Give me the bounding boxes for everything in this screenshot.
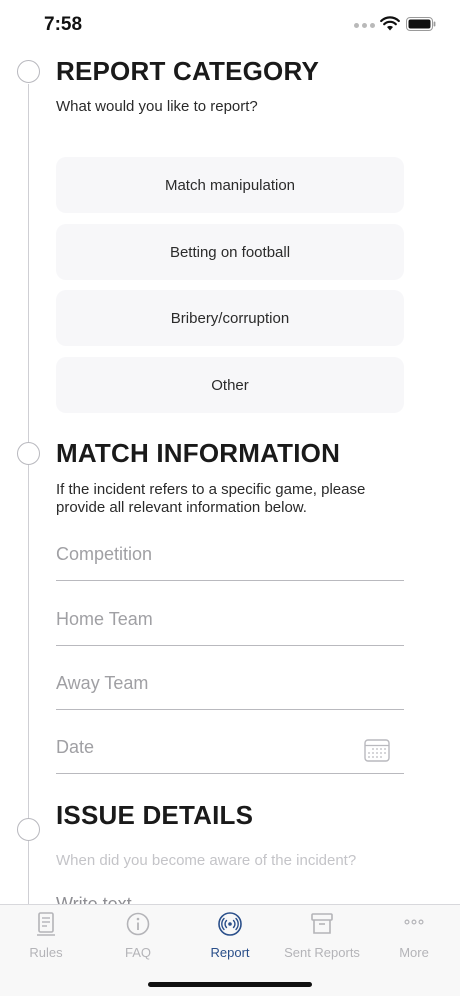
timeline-node-report-category [17,60,40,83]
option-bribery-corruption[interactable]: Bribery/corruption [56,290,404,346]
timeline-line [28,84,29,904]
date-field [56,722,404,774]
home-team-input[interactable] [56,594,404,645]
tab-more[interactable]: More [368,911,460,965]
option-match-manipulation[interactable]: Match manipulation [56,157,404,213]
more-dots-icon [404,919,424,925]
tab-sent-reports[interactable]: Sent Reports [276,911,368,965]
status-time: 7:58 [44,14,83,35]
timeline-node-issue-details [17,818,40,841]
home-team-field [56,594,404,646]
competition-field [56,529,404,581]
report-category-subtitle: What would you like to report? [56,98,258,115]
report-category-title: REPORT CATEGORY [56,56,320,86]
competition-input[interactable] [56,529,404,580]
status-bar: 7:58 [0,0,460,52]
rules-icon [37,912,55,936]
tab-faq[interactable]: FAQ [92,911,184,965]
tab-rules-label: Rules [29,945,63,960]
option-other[interactable]: Other [56,357,404,413]
tab-faq-label: FAQ [124,945,151,960]
tab-sent-reports-label: Sent Reports [284,945,360,960]
tab-rules[interactable]: Rules [0,911,92,965]
archive-box-icon [311,913,333,934]
match-information-title: MATCH INFORMATION [56,438,341,468]
tab-report-label: Report [210,945,250,960]
date-input[interactable] [56,722,404,773]
tab-report[interactable]: Report [184,911,276,965]
match-information-subtitle: If the incident refers to a specific gam… [56,481,366,516]
issue-text-input[interactable]: Write text... [56,894,147,904]
tab-bar: Rules FAQ Report Sent Reports More [0,904,460,996]
battery-icon [406,17,436,31]
away-team-field [56,658,404,710]
timeline-node-match-information [17,442,40,465]
info-icon [126,912,150,936]
away-team-input[interactable] [56,658,404,709]
signal-dots-icon [354,20,376,28]
issue-hint: When did you become aware of the inciden… [56,852,357,869]
home-indicator [148,982,312,987]
calendar-icon[interactable] [364,738,390,762]
option-betting-on-football[interactable]: Betting on football [56,224,404,280]
issue-details-title: ISSUE DETAILS [56,800,254,830]
tab-more-label: More [399,945,429,960]
wifi-icon [380,16,400,31]
report-broadcast-icon [218,912,242,936]
